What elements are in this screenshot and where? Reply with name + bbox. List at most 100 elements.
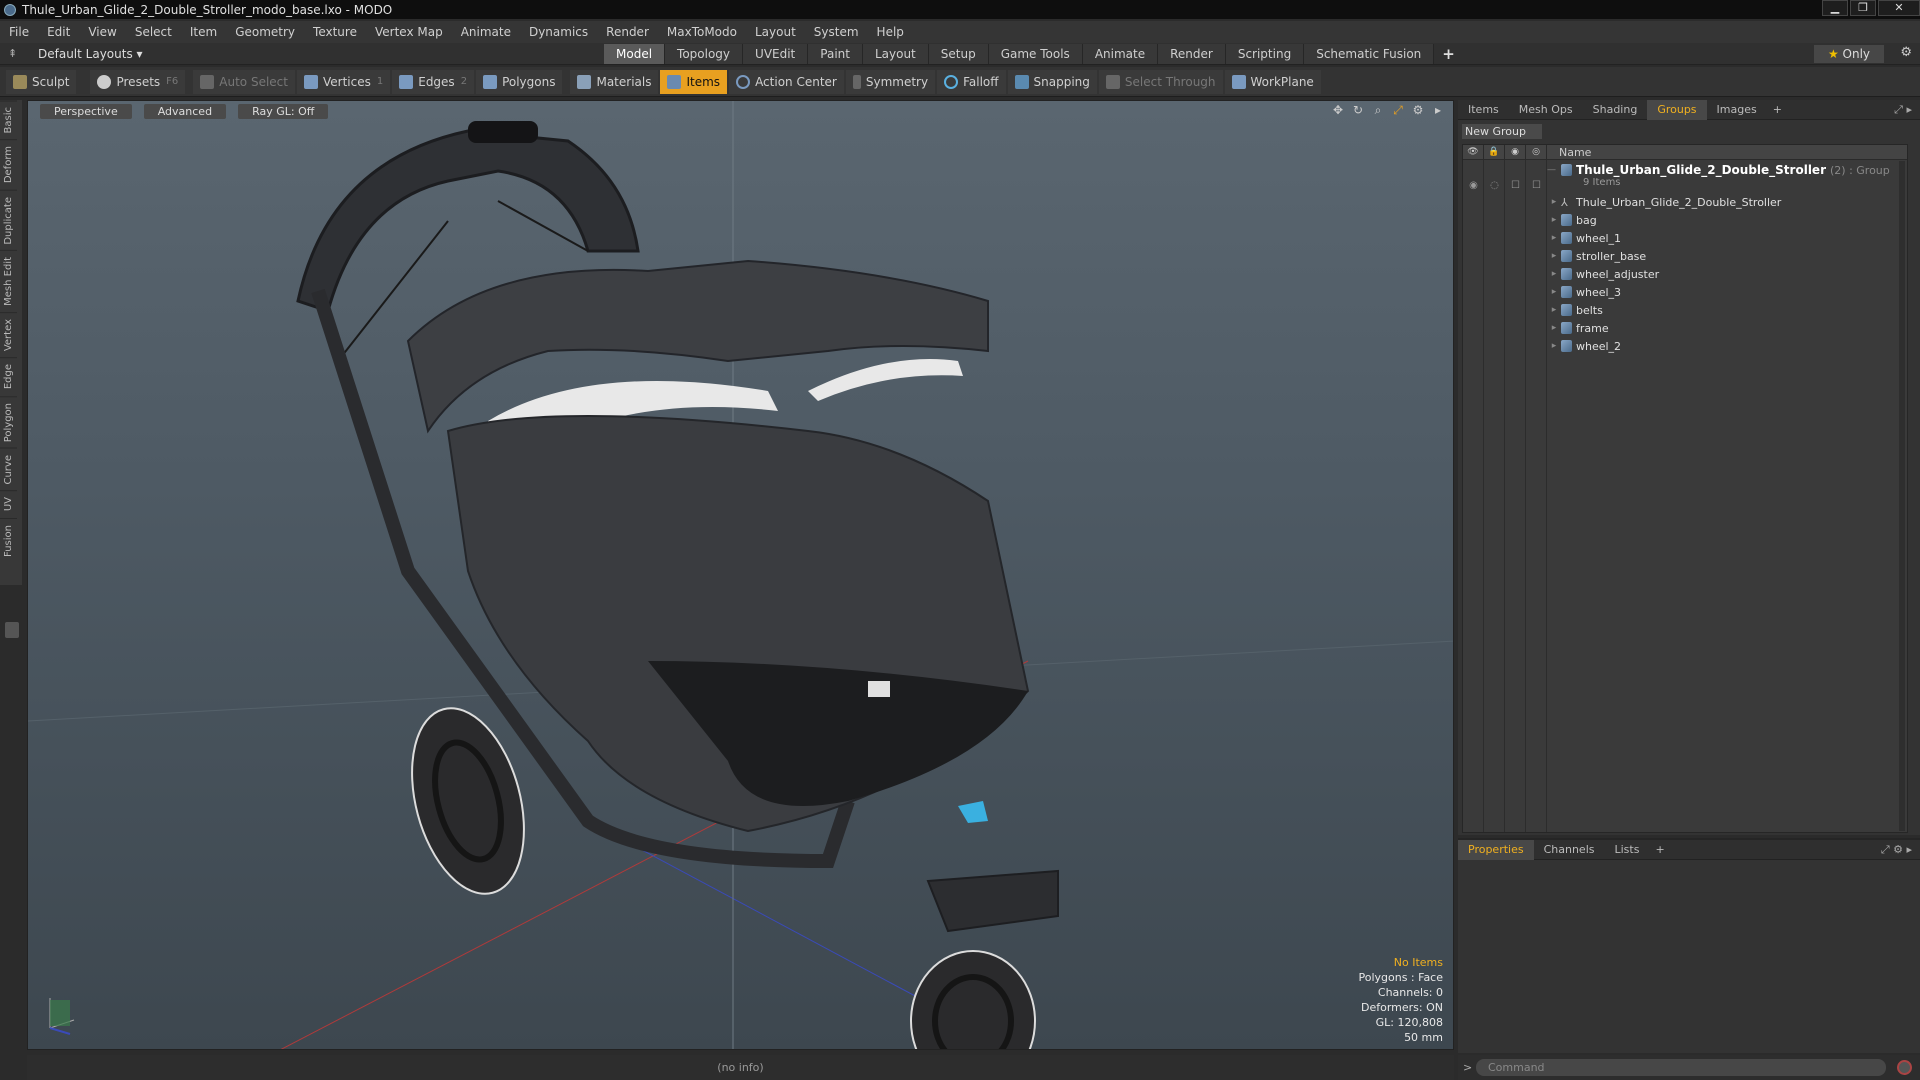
polygons-button[interactable]: Polygons bbox=[476, 69, 563, 94]
left-tab-polygon[interactable]: Polygon bbox=[0, 395, 17, 448]
menu-vertex-map[interactable]: Vertex Map bbox=[366, 25, 452, 39]
maximize-button[interactable]: ❐ bbox=[1850, 0, 1876, 16]
left-tab-fusion[interactable]: Fusion bbox=[0, 517, 17, 563]
list-item[interactable]: ▸ wheel_2 bbox=[1547, 337, 1907, 355]
tab-topology[interactable]: Topology bbox=[665, 44, 744, 64]
left-tab-curve[interactable]: Curve bbox=[0, 447, 17, 491]
only-button[interactable]: ★ Only bbox=[1814, 45, 1884, 63]
left-panel-toggle-button[interactable] bbox=[5, 622, 19, 638]
select-column-icon[interactable]: ◎ bbox=[1526, 144, 1547, 160]
viewport-settings-icon[interactable]: ⚙ bbox=[1411, 103, 1425, 117]
layout-dropdown[interactable]: Default Layouts ▾ bbox=[38, 47, 143, 61]
menu-texture[interactable]: Texture bbox=[304, 25, 366, 39]
add-tab-button[interactable]: + bbox=[1434, 44, 1463, 64]
shading-mode-button[interactable]: Advanced bbox=[143, 103, 227, 119]
group-select-checkbox[interactable]: ☐ bbox=[1526, 180, 1547, 191]
menu-render[interactable]: Render bbox=[597, 25, 658, 39]
menu-geometry[interactable]: Geometry bbox=[226, 25, 304, 39]
gear-icon[interactable]: ⚙ bbox=[1900, 45, 1912, 60]
group-row[interactable]: — Thule_Urban_Glide_2_Double_Stroller (2… bbox=[1547, 163, 1907, 188]
3d-viewport[interactable]: Perspective Advanced Ray GL: Off ✥ ↻ ⌕ ⤢… bbox=[27, 100, 1454, 1050]
viewport-menu-arrow-icon[interactable]: ▸ bbox=[1431, 103, 1445, 117]
menu-select[interactable]: Select bbox=[126, 25, 181, 39]
close-button[interactable]: ✕ bbox=[1878, 0, 1920, 16]
properties-options-icon[interactable]: ⤢ ⚙ ▸ bbox=[1881, 843, 1912, 857]
tab-images[interactable]: Images bbox=[1707, 100, 1767, 120]
tab-paint[interactable]: Paint bbox=[808, 44, 863, 64]
presets-button[interactable]: Presets F6 bbox=[90, 69, 186, 94]
workplane-button[interactable]: WorkPlane bbox=[1224, 69, 1321, 94]
left-tab-deform[interactable]: Deform bbox=[0, 139, 17, 190]
tab-channels[interactable]: Channels bbox=[1534, 840, 1605, 860]
menu-animate[interactable]: Animate bbox=[452, 25, 520, 39]
command-history-arrow[interactable]: > bbox=[1463, 1061, 1472, 1074]
tab-layout[interactable]: Layout bbox=[862, 44, 929, 64]
tab-groups[interactable]: Groups bbox=[1647, 99, 1707, 120]
render-column-icon[interactable]: ◉ bbox=[1505, 144, 1526, 160]
list-item[interactable]: ▸ frame bbox=[1547, 319, 1907, 337]
left-tab-uv[interactable]: UV bbox=[0, 490, 17, 518]
tab-properties[interactable]: Properties bbox=[1458, 839, 1534, 860]
edges-button[interactable]: Edges 2 bbox=[392, 69, 475, 94]
tab-mesh-ops[interactable]: Mesh Ops bbox=[1509, 100, 1583, 120]
tab-scripting[interactable]: Scripting bbox=[1225, 44, 1305, 64]
menu-item[interactable]: Item bbox=[181, 25, 226, 39]
vertices-button[interactable]: Vertices 1 bbox=[296, 69, 391, 94]
tab-schematic-fusion[interactable]: Schematic Fusion bbox=[1304, 44, 1435, 64]
new-group-button[interactable]: New Group bbox=[1462, 124, 1542, 139]
left-tab-basic[interactable]: Basic bbox=[0, 100, 17, 140]
tab-uvedit[interactable]: UVEdit bbox=[743, 44, 809, 64]
zoom-view-icon[interactable]: ⌕ bbox=[1371, 103, 1385, 117]
pin-icon[interactable]: ⇞ bbox=[8, 47, 17, 60]
tab-model[interactable]: Model bbox=[604, 44, 666, 64]
auto-select-button[interactable]: Auto Select bbox=[193, 69, 295, 94]
record-macro-icon[interactable] bbox=[1897, 1060, 1912, 1075]
tab-animate[interactable]: Animate bbox=[1082, 44, 1159, 64]
list-item[interactable]: ▸ bag bbox=[1547, 211, 1907, 229]
group-visibility-icon[interactable]: ◉ bbox=[1463, 180, 1484, 191]
group-lock-icon[interactable]: ◌ bbox=[1484, 180, 1505, 191]
tab-setup[interactable]: Setup bbox=[928, 44, 989, 64]
tab-game-tools[interactable]: Game Tools bbox=[988, 44, 1083, 64]
menu-layout[interactable]: Layout bbox=[746, 25, 805, 39]
visibility-column-icon[interactable]: 👁 bbox=[1463, 144, 1484, 160]
stroller-model[interactable] bbox=[296, 121, 1059, 1050]
list-scrollbar[interactable] bbox=[1899, 161, 1905, 831]
select-through-button[interactable]: Select Through bbox=[1098, 69, 1223, 94]
menu-file[interactable]: File bbox=[0, 25, 38, 39]
symmetry-button[interactable]: Symmetry bbox=[845, 69, 936, 94]
command-input[interactable]: Command bbox=[1476, 1059, 1886, 1076]
materials-button[interactable]: Materials bbox=[570, 69, 659, 94]
left-tab-mesh-edit[interactable]: Mesh Edit bbox=[0, 250, 17, 313]
add-properties-tab-button[interactable]: + bbox=[1649, 843, 1670, 856]
falloff-button[interactable]: Falloff bbox=[937, 69, 1006, 94]
sculpt-button[interactable]: Sculpt bbox=[6, 69, 77, 94]
tab-items[interactable]: Items bbox=[1458, 100, 1509, 120]
group-render-checkbox[interactable]: ☐ bbox=[1505, 180, 1526, 191]
list-item[interactable]: ▸ wheel_adjuster bbox=[1547, 265, 1907, 283]
menu-maxtomodo[interactable]: MaxToModo bbox=[658, 25, 746, 39]
list-item[interactable]: ▸ ⅄ Thule_Urban_Glide_2_Double_Stroller bbox=[1547, 193, 1907, 211]
tab-render[interactable]: Render bbox=[1158, 44, 1226, 64]
tab-shading[interactable]: Shading bbox=[1583, 100, 1648, 120]
view-mode-button[interactable]: Perspective bbox=[40, 103, 132, 119]
lock-column-icon[interactable]: 🔒 bbox=[1484, 144, 1505, 160]
move-view-icon[interactable]: ✥ bbox=[1331, 103, 1345, 117]
minimize-button[interactable]: ▁ bbox=[1822, 0, 1848, 16]
left-tab-edge[interactable]: Edge bbox=[0, 357, 17, 396]
maximize-view-icon[interactable]: ⤢ bbox=[1391, 103, 1405, 117]
left-tab-vertex[interactable]: Vertex bbox=[0, 312, 17, 358]
rotate-view-icon[interactable]: ↻ bbox=[1351, 103, 1365, 117]
name-column-header[interactable]: Name bbox=[1547, 146, 1591, 159]
list-item[interactable]: ▸ wheel_1 bbox=[1547, 229, 1907, 247]
menu-system[interactable]: System bbox=[805, 25, 868, 39]
snapping-button[interactable]: Snapping bbox=[1007, 69, 1097, 94]
menu-edit[interactable]: Edit bbox=[38, 25, 79, 39]
menu-help[interactable]: Help bbox=[868, 25, 913, 39]
expand-panel-icon[interactable]: ⤢ ▸ bbox=[1894, 103, 1912, 117]
list-item[interactable]: ▸ wheel_3 bbox=[1547, 283, 1907, 301]
raygl-button[interactable]: Ray GL: Off bbox=[238, 103, 329, 119]
add-panel-tab-button[interactable]: + bbox=[1767, 103, 1788, 116]
list-item[interactable]: ▸ stroller_base bbox=[1547, 247, 1907, 265]
list-item[interactable]: ▸ belts bbox=[1547, 301, 1907, 319]
